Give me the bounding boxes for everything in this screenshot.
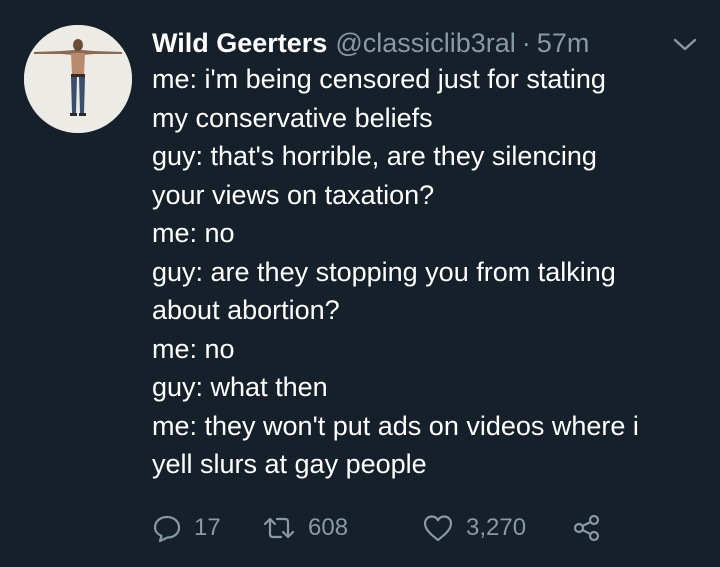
user-handle[interactable]: @classiclib3ral — [335, 28, 515, 59]
tweet-line: yell slurs at gay people — [152, 449, 427, 479]
display-name[interactable]: Wild Geerters — [152, 28, 327, 59]
avatar[interactable] — [24, 25, 132, 133]
reply-icon — [153, 515, 181, 543]
tweet-line: guy: what then — [152, 372, 328, 402]
tweet-header: Wild Geerters @classiclib3ral · 57m — [152, 26, 589, 60]
reply-count: 17 — [194, 514, 221, 541]
heart-icon — [423, 515, 453, 542]
tweet-line: guy: that's horrible, are they silencing — [152, 141, 597, 171]
retweet-button[interactable]: 608 — [262, 513, 422, 543]
like-button[interactable]: 3,270 — [422, 513, 572, 543]
retweet-count: 608 — [308, 514, 349, 541]
chevron-down-icon — [673, 38, 697, 51]
share-icon — [573, 514, 600, 542]
more-options-button[interactable] — [672, 36, 698, 54]
tweet-timestamp[interactable]: 57m — [537, 28, 590, 59]
share-button[interactable] — [572, 513, 602, 543]
tweet-line: about abortion? — [152, 295, 340, 325]
tweet-line: me: i'm being censored just for stating — [152, 64, 606, 94]
tweet-line: my conservative beliefs — [152, 102, 433, 133]
tweet-text: me: i'm being censored just for stating … — [152, 60, 692, 484]
tweet-line: me: no — [152, 333, 235, 364]
tweet-line: your views on taxation? — [152, 179, 435, 210]
like-count: 3,270 — [466, 514, 527, 541]
tweet-line: guy: are they stopping you from talking — [152, 256, 616, 287]
tweet-actions: 17 608 3,270 — [152, 508, 602, 548]
tweet-line: me: they won't put ads on videos where i — [152, 410, 639, 441]
retweet-icon — [263, 517, 295, 539]
reply-button[interactable]: 17 — [152, 513, 262, 543]
tweet-card: Wild Geerters @classiclib3ral · 57m me: … — [0, 0, 720, 567]
separator-dot: · — [521, 27, 531, 58]
avatar-image — [24, 25, 132, 133]
tweet-line: me: no — [152, 218, 235, 248]
